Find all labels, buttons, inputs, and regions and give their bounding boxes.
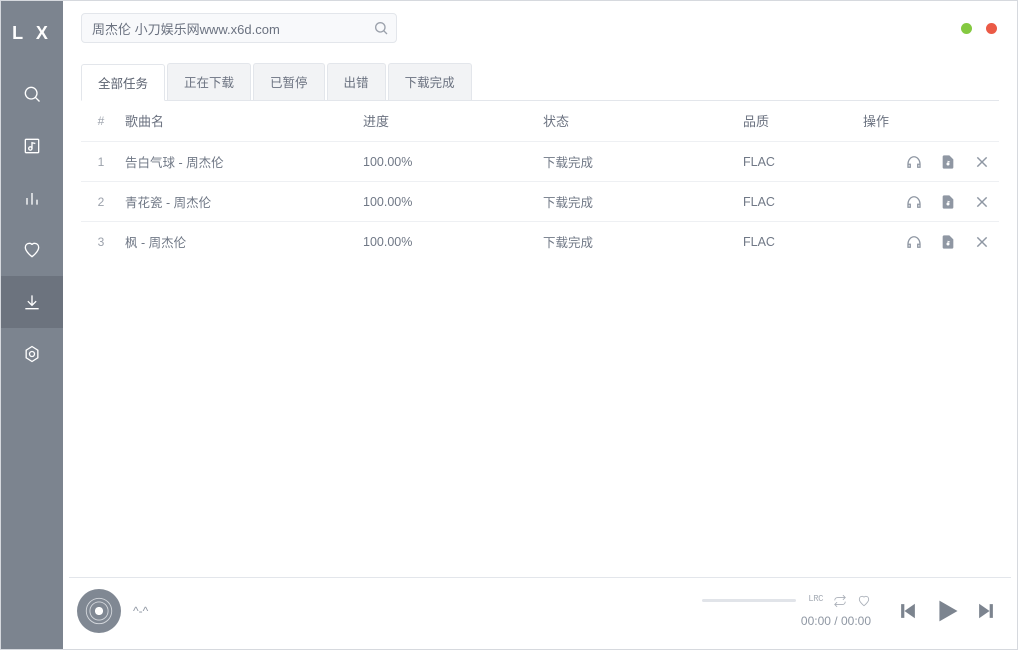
tab-0[interactable]: 全部任务 xyxy=(81,64,165,101)
col-status: 状态 xyxy=(539,111,739,130)
play-row-button[interactable] xyxy=(905,233,923,251)
lyrics-button[interactable]: LRC xyxy=(808,594,823,608)
cell-status: 下载完成 xyxy=(539,152,739,171)
cell-quality: FLAC xyxy=(739,235,859,249)
skip-forward-icon xyxy=(975,600,997,622)
cell-name: 青花瓷 - 周杰伦 xyxy=(121,192,359,211)
col-name: 歌曲名 xyxy=(121,111,359,130)
cell-idx: 3 xyxy=(81,235,121,249)
minimize-dot[interactable] xyxy=(961,23,972,34)
search-button[interactable] xyxy=(371,18,391,38)
time-display: 00:00 / 00:00 xyxy=(801,614,871,628)
delete-row-button[interactable] xyxy=(973,193,991,211)
download-icon xyxy=(22,292,42,312)
like-icon[interactable] xyxy=(857,594,871,608)
col-quality: 品质 xyxy=(739,111,859,130)
tab-2[interactable]: 已暂停 xyxy=(253,63,325,100)
cell-ops xyxy=(859,193,999,211)
cell-name: 告白气球 - 周杰伦 xyxy=(121,152,359,171)
topbar xyxy=(63,1,1017,47)
cell-ops xyxy=(859,233,999,251)
download-table: # 歌曲名 进度 状态 品质 操作 1 告白气球 - 周杰伦 100.00% 下… xyxy=(81,101,999,577)
locate-file-button[interactable] xyxy=(939,233,957,251)
cell-progress: 100.00% xyxy=(359,155,539,169)
progress-slider[interactable] xyxy=(702,599,796,602)
sidebar: L X xyxy=(1,1,63,649)
playback-controls xyxy=(897,597,997,625)
search-icon xyxy=(373,20,389,36)
album-disc[interactable] xyxy=(77,589,121,633)
cell-idx: 2 xyxy=(81,195,121,209)
skip-back-icon xyxy=(897,600,919,622)
music-list-icon xyxy=(22,136,42,156)
play-row-button[interactable] xyxy=(905,193,923,211)
nav-downloads[interactable] xyxy=(1,276,63,328)
col-idx: # xyxy=(81,114,121,128)
delete-row-button[interactable] xyxy=(973,233,991,251)
progress-area: LRC 00:00 / 00:00 xyxy=(655,594,871,628)
nav-library[interactable] xyxy=(1,120,63,172)
table-row[interactable]: 3 枫 - 周杰伦 100.00% 下载完成 FLAC xyxy=(81,221,999,261)
heart-icon xyxy=(22,240,42,260)
play-button[interactable] xyxy=(933,597,961,625)
cell-ops xyxy=(859,153,999,171)
cell-name: 枫 - 周杰伦 xyxy=(121,232,359,251)
table-header: # 歌曲名 进度 状态 品质 操作 xyxy=(81,101,999,141)
next-button[interactable] xyxy=(975,600,997,622)
loop-icon[interactable] xyxy=(833,594,847,608)
search-wrap xyxy=(81,13,397,43)
cell-quality: FLAC xyxy=(739,195,859,209)
cell-status: 下载完成 xyxy=(539,232,739,251)
table-row[interactable]: 2 青花瓷 - 周杰伦 100.00% 下载完成 FLAC xyxy=(81,181,999,221)
play-row-button[interactable] xyxy=(905,153,923,171)
nav-settings[interactable] xyxy=(1,328,63,380)
tabs: 全部任务正在下载已暂停出错下载完成 xyxy=(81,63,999,101)
tab-3[interactable]: 出错 xyxy=(327,63,386,100)
disc-icon xyxy=(79,591,119,631)
table-row[interactable]: 1 告白气球 - 周杰伦 100.00% 下载完成 FLAC xyxy=(81,141,999,181)
nav-search[interactable] xyxy=(1,68,63,120)
prev-button[interactable] xyxy=(897,600,919,622)
delete-row-button[interactable] xyxy=(973,153,991,171)
nav-charts[interactable] xyxy=(1,172,63,224)
col-ops: 操作 xyxy=(859,111,999,130)
close-dot[interactable] xyxy=(986,23,997,34)
nav-favorites[interactable] xyxy=(1,224,63,276)
cell-progress: 100.00% xyxy=(359,195,539,209)
window-controls xyxy=(961,23,997,34)
main: 全部任务正在下载已暂停出错下载完成 # 歌曲名 进度 状态 品质 操作 1 告白… xyxy=(63,1,1017,649)
cell-idx: 1 xyxy=(81,155,121,169)
chart-icon xyxy=(22,188,42,208)
logo: L X xyxy=(12,9,52,68)
cell-quality: FLAC xyxy=(739,155,859,169)
track-title: ^-^ xyxy=(133,604,643,618)
col-progress: 进度 xyxy=(359,111,539,130)
locate-file-button[interactable] xyxy=(939,193,957,211)
locate-file-button[interactable] xyxy=(939,153,957,171)
tab-4[interactable]: 下载完成 xyxy=(388,63,472,100)
tab-1[interactable]: 正在下载 xyxy=(167,63,251,100)
search-icon xyxy=(22,84,42,104)
settings-icon xyxy=(22,344,42,364)
play-icon xyxy=(933,597,961,625)
cell-progress: 100.00% xyxy=(359,235,539,249)
player-bar: ^-^ LRC 00:00 / 00:00 xyxy=(69,577,1011,643)
search-input[interactable] xyxy=(81,13,397,43)
cell-status: 下载完成 xyxy=(539,192,739,211)
